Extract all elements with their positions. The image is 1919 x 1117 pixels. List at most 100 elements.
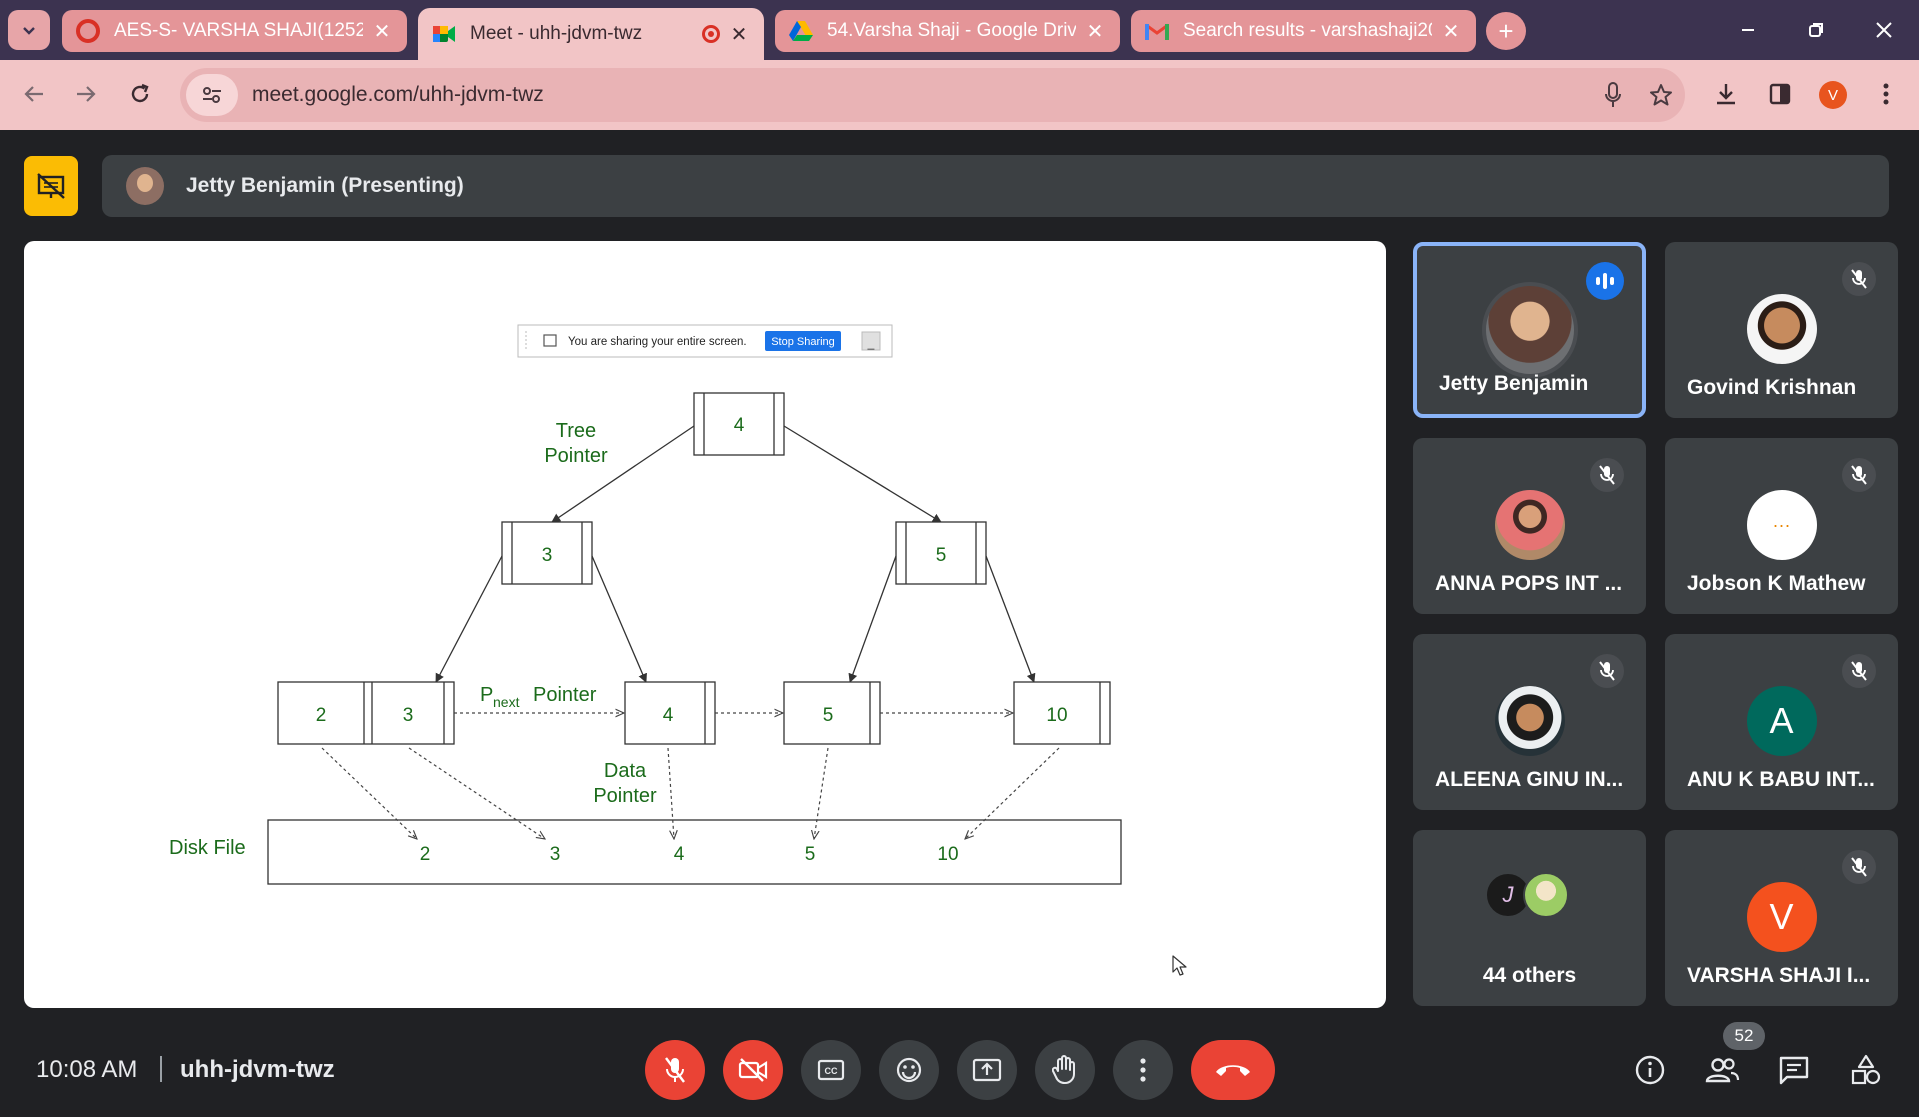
emoji-icon [896, 1057, 922, 1083]
download-icon [1717, 84, 1735, 105]
pnext-label-p: P [480, 684, 493, 706]
new-tab-button[interactable]: + [1486, 12, 1526, 50]
participant-name: Jobson K Mathew [1687, 572, 1866, 595]
meeting-details-button[interactable] [1626, 1046, 1674, 1094]
address-bar[interactable]: meet.google.com/uhh-jdvm-twz [180, 68, 1685, 122]
meet-icon [432, 22, 456, 46]
site-info-button[interactable] [186, 74, 238, 116]
participant-tile[interactable]: A ANU K BABU INT... [1665, 634, 1898, 810]
reactions-button[interactable] [879, 1040, 939, 1100]
side-panel-button[interactable] [1758, 74, 1802, 114]
more-options-button[interactable] [1113, 1040, 1173, 1100]
close-icon[interactable]: ✕ [1440, 19, 1462, 44]
close-window-button[interactable] [1856, 10, 1912, 50]
svg-text:CC: CC [825, 1066, 838, 1076]
unpin-presentation-button[interactable] [24, 156, 78, 216]
avatar [1494, 490, 1565, 560]
gmail-icon [1145, 19, 1169, 43]
info-icon [1635, 1055, 1665, 1085]
participant-name: VARSHA SHAJI I... [1687, 964, 1871, 987]
stop-sharing-label: Stop Sharing [771, 336, 835, 348]
people-button[interactable] [1698, 1046, 1746, 1094]
leaf-key: 10 [1046, 705, 1067, 726]
minimize-button[interactable] [1720, 10, 1776, 50]
raise-hand-button[interactable] [1035, 1040, 1095, 1100]
data-pointer-label: Pointer [593, 785, 657, 807]
participant-tile[interactable]: V VARSHA SHAJI I... [1665, 830, 1898, 1006]
presenter-name: Jetty Benjamin (Presenting) [186, 174, 464, 197]
participant-tile[interactable]: ANNA POPS INT ... [1413, 438, 1646, 614]
participant-tile[interactable]: Jetty Benjamin [1413, 242, 1646, 418]
sharing-notice-bar: You are sharing your entire screen. Stop… [517, 324, 893, 358]
avatar [126, 167, 164, 205]
reload-icon [131, 83, 149, 103]
back-button[interactable] [14, 74, 54, 114]
tab-drive[interactable]: 54.Varsha Shaji - Google Drive ✕ [775, 10, 1120, 52]
participant-name: Govind Krishnan [1687, 376, 1857, 399]
pnext-label-sub: next [493, 694, 520, 710]
activities-icon [1851, 1054, 1881, 1085]
close-icon[interactable]: ✕ [371, 19, 393, 44]
bookmark-star-icon[interactable] [1637, 83, 1685, 107]
presenter-banner: Jetty Benjamin (Presenting) [102, 155, 1889, 217]
tree-internal-node: 5 [895, 521, 987, 585]
browser-menu-button[interactable] [1864, 74, 1908, 114]
close-icon[interactable]: ✕ [1084, 19, 1106, 44]
avatar: A [1746, 686, 1817, 756]
divider [160, 1056, 162, 1082]
chat-icon [1779, 1056, 1809, 1085]
disk-file-label: Disk File [169, 837, 246, 859]
hand-icon [1052, 1055, 1075, 1084]
leave-call-button[interactable] [1191, 1040, 1275, 1100]
tree-pointer-label: Pointer [544, 445, 608, 467]
restore-button[interactable] [1788, 10, 1844, 50]
participant-tile[interactable]: ALEENA GINU IN... [1413, 634, 1646, 810]
camera-toggle-button[interactable] [723, 1040, 783, 1100]
mic-off-icon [665, 1057, 685, 1083]
tab-title: 54.Varsha Shaji - Google Drive [827, 20, 1076, 41]
call-end-icon [1216, 1065, 1250, 1076]
close-icon[interactable]: ✕ [728, 22, 750, 47]
data-pointer-label: Data [604, 760, 647, 782]
side-panel-icon [1769, 83, 1791, 105]
more-vert-icon [1140, 1058, 1146, 1082]
node-key: 5 [936, 545, 947, 566]
tab-gmail[interactable]: Search results - varshashaji2025 ✕ [1131, 10, 1476, 52]
speaking-indicator-icon [1586, 262, 1624, 300]
tree-pointer-label: Tree [556, 420, 596, 442]
leaf-key: 3 [403, 705, 414, 726]
participant-tile[interactable]: Govind Krishnan [1665, 242, 1898, 418]
mic-off-icon [1842, 654, 1876, 688]
tab-search-button[interactable] [8, 10, 50, 50]
back-arrow-icon [24, 86, 43, 102]
videocam-off-icon [738, 1058, 768, 1082]
present-screen-button[interactable] [957, 1040, 1017, 1100]
forward-button[interactable] [66, 74, 106, 114]
activities-button[interactable] [1842, 1046, 1890, 1094]
url-text[interactable]: meet.google.com/uhh-jdvm-twz [252, 83, 1589, 107]
downloads-button[interactable] [1704, 74, 1748, 114]
avatar [1523, 872, 1569, 918]
microphone-icon[interactable] [1589, 82, 1637, 108]
recording-icon [702, 25, 720, 43]
leaf-node: 10 [1013, 681, 1111, 745]
mouse-cursor-icon [1172, 955, 1187, 976]
participant-name: ANNA POPS INT ... [1435, 572, 1623, 595]
drive-icon [789, 19, 813, 43]
participant-tile[interactable]: ··· Jobson K Mathew [1665, 438, 1898, 614]
leaf-key: 4 [663, 705, 674, 726]
tab-meet[interactable]: Meet - uhh-jdvm-twz ✕ [418, 8, 764, 60]
mic-toggle-button[interactable] [645, 1040, 705, 1100]
disk-value: 5 [805, 844, 816, 865]
mic-off-icon [1842, 458, 1876, 492]
presentation-off-icon [37, 173, 65, 199]
chat-button[interactable] [1770, 1046, 1818, 1094]
forward-arrow-icon [77, 86, 96, 102]
captions-button[interactable]: CC [801, 1040, 861, 1100]
participant-name: ALEENA GINU IN... [1435, 768, 1624, 791]
chevron-down-icon [23, 27, 35, 35]
others-tile[interactable]: J 44 others [1413, 830, 1646, 1006]
profile-avatar[interactable]: V [1819, 81, 1847, 109]
reload-button[interactable] [120, 74, 160, 114]
tab-aes[interactable]: AES-S- VARSHA SHAJI(12526)-I ✕ [62, 10, 407, 52]
